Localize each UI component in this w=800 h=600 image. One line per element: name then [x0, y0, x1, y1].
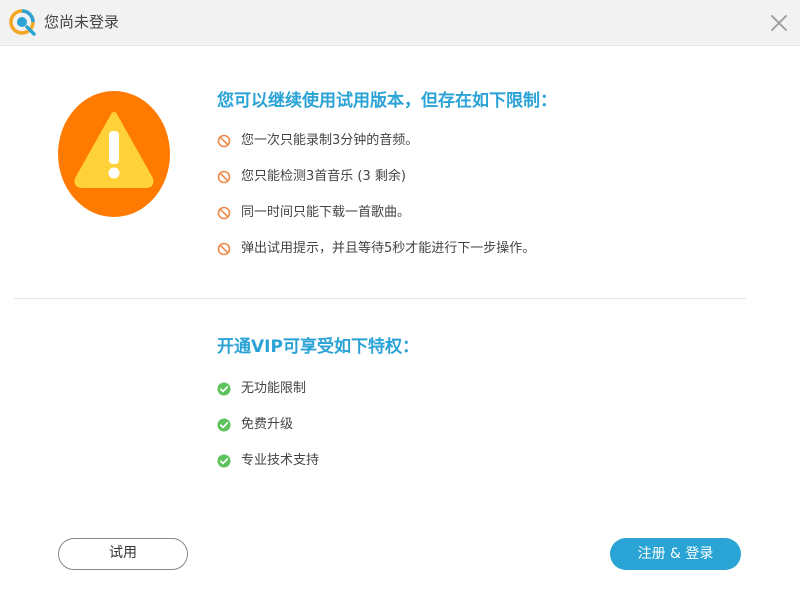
check-circle-icon — [217, 382, 231, 396]
limitation-text: 同一时间只能下载一首歌曲。 — [241, 205, 411, 220]
warning-icon — [58, 91, 170, 217]
limitation-text: 您一次只能录制3分钟的音频。 — [241, 133, 419, 148]
prohibited-icon — [217, 170, 231, 184]
check-circle-icon — [217, 418, 231, 432]
vip-benefits-heading: 开通VIP可享受如下特权： — [217, 337, 419, 357]
benefit-text: 专业技术支持 — [241, 453, 320, 468]
check-circle-icon — [217, 454, 231, 468]
limitation-text: 您只能检测3首音乐 (3 剩余) — [241, 169, 406, 184]
window-title: 您尚未登录 — [44, 13, 120, 31]
trial-button[interactable]: 试用 — [58, 538, 188, 570]
prohibited-icon — [217, 242, 231, 256]
register-login-button[interactable]: 注册 & 登录 — [610, 538, 741, 570]
limitation-text: 弹出试用提示，并且等待5秒才能进行下一步操作。 — [241, 241, 536, 256]
app-logo-icon — [9, 9, 36, 36]
section-divider — [14, 298, 746, 299]
limitations-heading: 您可以继续使用试用版本，但存在如下限制： — [217, 91, 557, 111]
prohibited-icon — [217, 134, 231, 148]
benefit-text: 无功能限制 — [241, 381, 307, 396]
prohibited-icon — [217, 206, 231, 220]
title-bar: 您尚未登录 — [0, 0, 800, 46]
benefit-text: 免费升级 — [241, 417, 294, 432]
close-icon[interactable] — [768, 12, 790, 34]
